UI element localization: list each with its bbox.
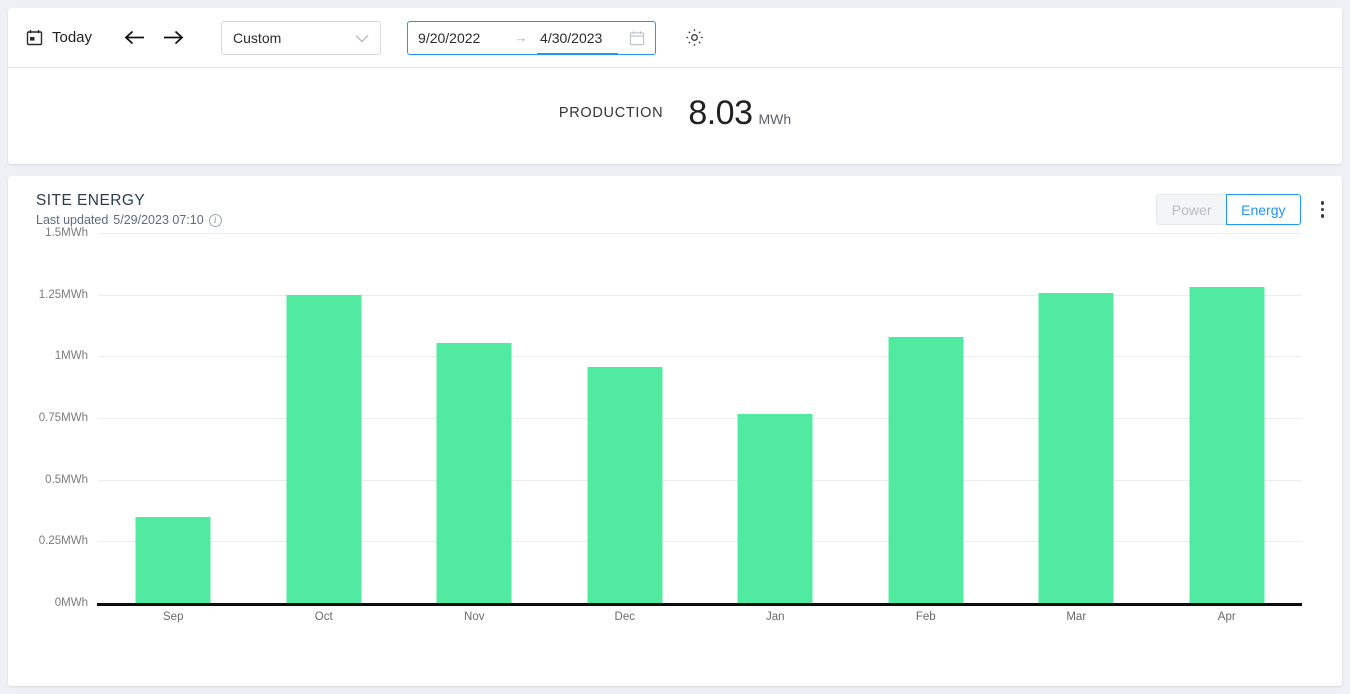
info-icon[interactable]: i	[208, 213, 222, 227]
y-axis-tick: 1.25MWh	[38, 288, 88, 301]
date-end-field[interactable]: 4/30/2023	[537, 30, 624, 55]
tab-energy[interactable]: Energy	[1226, 194, 1301, 225]
last-updated-label: Last updated	[36, 213, 109, 227]
production-summary: PRODUCTION 8.03 MWh	[8, 68, 1342, 164]
date-range-input[interactable]: 9/20/2022 → 4/30/2023	[407, 20, 657, 55]
x-axis-tick: Feb	[915, 611, 936, 623]
site-energy-chart: 0MWh 0.25MWh 0.5MWh 0.75MWh 1MWh 1.25MWh 1.5MW…	[8, 227, 1342, 653]
chart-header-actions: Power Energy	[1156, 192, 1330, 225]
kebab-menu-icon[interactable]	[1315, 197, 1331, 222]
arrow-left-icon[interactable]	[122, 25, 148, 51]
site-energy-card: SITE ENERGY Last updated 5/29/2023 07:10…	[8, 176, 1342, 686]
bar-series	[98, 233, 1302, 603]
chevron-down-icon	[355, 30, 369, 46]
date-range-arrow-icon: →	[514, 30, 528, 45]
y-axis-tick: 0.5MWh	[45, 473, 88, 486]
bar[interactable]	[737, 414, 813, 603]
y-axis-tick: 1.5MWh	[45, 227, 88, 239]
range-preset-select[interactable]: Custom	[221, 20, 382, 55]
summary-card: Today Custom 9/20/2022 → 4/30/2023 PRODU…	[8, 8, 1342, 164]
x-axis-tick: Jan	[765, 611, 785, 623]
power-energy-toggle: Power Energy	[1156, 194, 1301, 225]
today-label: Today	[52, 29, 93, 46]
production-value-group: 8.03 MWh	[688, 94, 791, 133]
date-start-field[interactable]: 9/20/2022	[418, 30, 502, 46]
arrow-right-icon[interactable]	[160, 25, 186, 51]
x-axis-tick: Apr	[1217, 611, 1236, 623]
bar[interactable]	[587, 367, 663, 603]
today-button[interactable]: Today	[24, 25, 94, 50]
chart-title-group: SITE ENERGY Last updated 5/29/2023 07:10…	[36, 192, 222, 227]
y-axis-tick: 0.25MWh	[38, 535, 88, 548]
production-label: PRODUCTION	[558, 105, 664, 121]
production-value: 8.03	[688, 93, 753, 132]
x-axis-tick: Oct	[314, 611, 333, 623]
x-axis-tick: Mar	[1066, 611, 1087, 623]
production-unit: MWh	[758, 110, 792, 127]
x-axis-tick: Dec	[614, 611, 635, 623]
date-nav	[122, 25, 186, 51]
bar[interactable]	[888, 336, 964, 603]
y-axis-tick: 0MWh	[54, 597, 88, 609]
last-updated-value: 5/29/2023 07:10	[113, 213, 204, 227]
x-axis-tick: Sep	[163, 611, 184, 623]
bar[interactable]	[135, 516, 211, 603]
calendar-picker-icon[interactable]	[629, 30, 645, 46]
chart-header: SITE ENERGY Last updated 5/29/2023 07:10…	[8, 192, 1342, 227]
dashboard-page: Today Custom 9/20/2022 → 4/30/2023 PRODU…	[0, 0, 1350, 694]
y-axis-tick: 1MWh	[54, 350, 88, 363]
page-title: SITE ENERGY	[36, 192, 146, 209]
last-updated: Last updated 5/29/2023 07:10 i	[36, 213, 222, 227]
gear-icon[interactable]	[682, 26, 706, 50]
calendar-icon	[26, 29, 43, 46]
range-preset-value: Custom	[233, 29, 282, 46]
tab-power[interactable]: Power	[1156, 194, 1227, 225]
y-axis-tick: 0.75MWh	[38, 412, 88, 424]
bar[interactable]	[1038, 293, 1114, 603]
x-axis-line	[97, 603, 1302, 606]
bar[interactable]	[1189, 287, 1265, 603]
bar[interactable]	[286, 294, 362, 603]
x-axis-tick: Nov	[464, 611, 485, 623]
y-axis: 0MWh 0.25MWh 0.5MWh 0.75MWh 1MWh 1.25MWh 1.5MW…	[8, 227, 98, 609]
x-axis-labels: Sep Oct Nov Dec Jan Feb Mar Apr	[98, 611, 1302, 633]
bar[interactable]	[436, 342, 512, 603]
date-toolbar: Today Custom 9/20/2022 → 4/30/2023	[8, 8, 1342, 68]
